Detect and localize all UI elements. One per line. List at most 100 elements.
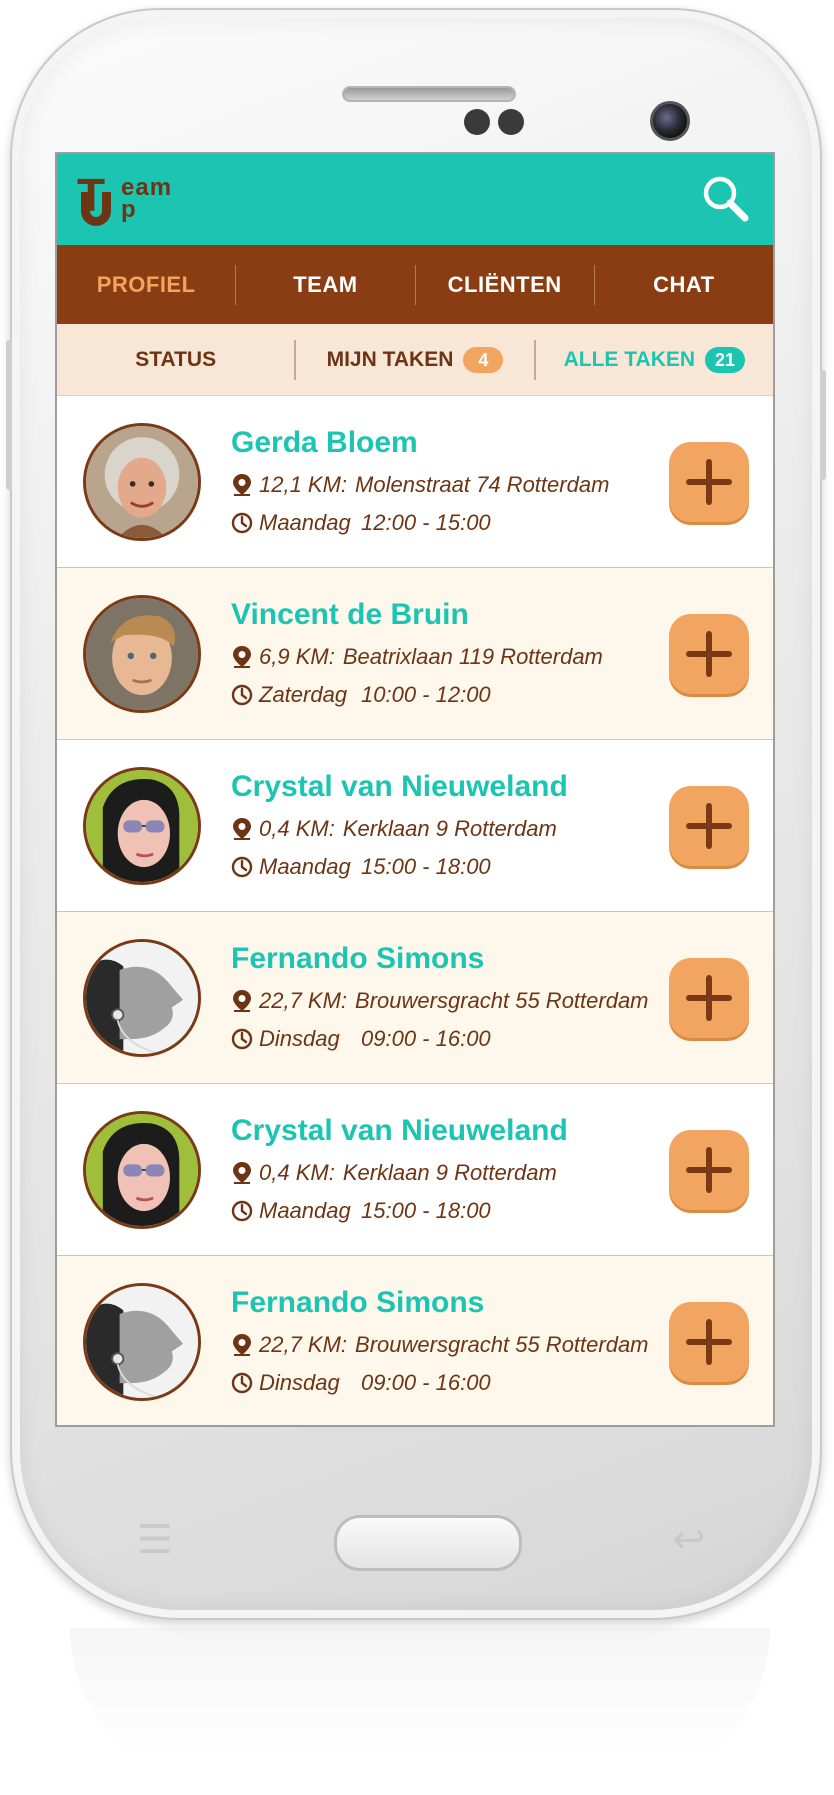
time-text: 15:00 - 18:00 (361, 854, 491, 879)
subtab-status[interactable]: STATUS (57, 340, 294, 380)
location-pin-icon (231, 817, 259, 841)
back-key-icon[interactable]: ↩ (672, 1517, 706, 1563)
plus-icon (669, 442, 749, 522)
add-task-button[interactable] (669, 1130, 749, 1210)
location-line: 0,4 KM: Kerklaan 9 Rotterdam (231, 816, 557, 842)
location-pin-icon (231, 645, 259, 669)
plus-icon (669, 786, 749, 866)
distance-text: 0,4 KM: (259, 816, 335, 841)
add-task-button[interactable] (669, 958, 749, 1038)
location-line: 22,7 KM: Brouwersgracht 55 Rotterdam (231, 1332, 649, 1358)
address-text: Kerklaan 9 Rotterdam (342, 1160, 557, 1185)
subtab-alle-taken[interactable]: ALLE TAKEN 21 (533, 339, 773, 380)
schedule-line: Dinsdag 09:00 - 16:00 (231, 1026, 491, 1052)
address-text: Kerklaan 9 Rotterdam (342, 816, 557, 841)
logo-u-shape (81, 192, 111, 226)
address-text: Molenstraat 74 Rotterdam (355, 472, 610, 497)
address-text: Brouwersgracht 55 Rotterdam (355, 988, 649, 1013)
app-screen: T eam p PROFIEL TEAM CLIËNTEN CHAT STATUS MI… (55, 152, 775, 1427)
add-task-button[interactable] (669, 1302, 749, 1382)
task-row[interactable]: Crystal van Nieuweland 0,4 KM: Kerklaan 9 … (57, 740, 773, 912)
address-text: Brouwersgracht 55 Rotterdam (355, 1332, 649, 1357)
task-row[interactable]: Vincent de Bruin 6,9 KM: Beatrixlaan 119 R… (57, 568, 773, 740)
app-header: T eam p (57, 154, 773, 245)
location-line: 12,1 KM: Molenstraat 74 Rotterdam (231, 472, 609, 498)
distance-text: 6,9 KM: (259, 644, 335, 669)
logo-letter-p: p (121, 196, 136, 223)
clock-icon (231, 1199, 259, 1223)
count-badge: 21 (705, 346, 746, 373)
proximity-sensor (464, 109, 490, 135)
schedule-line: Maandag 15:00 - 18:00 (231, 854, 491, 880)
search-icon[interactable] (699, 172, 751, 224)
day-text: Dinsdag (259, 1026, 340, 1051)
home-button[interactable] (334, 1515, 522, 1571)
plus-icon (669, 958, 749, 1038)
location-pin-icon (231, 1161, 259, 1185)
distance-text: 22,7 KM: (259, 988, 348, 1013)
client-name: Fernando Simons (231, 942, 485, 975)
client-name: Crystal van Nieuweland (231, 770, 568, 803)
teamup-logo: T eam p (77, 172, 197, 230)
earpiece-speaker (342, 86, 516, 102)
distance-text: 22,7 KM: (259, 1332, 348, 1357)
task-subtabs: STATUS MIJN TAKEN 4 ALLE TAKEN 21 (57, 324, 773, 396)
schedule-line: Dinsdag 09:00 - 16:00 (231, 1370, 491, 1396)
task-row[interactable]: Crystal van Nieuweland 0,4 KM: Kerklaan 9 … (57, 1084, 773, 1256)
add-task-button[interactable] (669, 614, 749, 694)
client-avatar (83, 423, 201, 541)
plus-icon (669, 614, 749, 694)
clock-icon (231, 511, 259, 535)
subtab-label: ALLE TAKEN (563, 347, 696, 371)
client-name: Vincent de Bruin (231, 598, 469, 631)
distance-text: 12,1 KM: (259, 472, 348, 497)
client-avatar (83, 767, 201, 885)
location-pin-icon (231, 473, 259, 497)
tab-team[interactable]: TEAM (235, 264, 414, 305)
schedule-line: Zaterdag 10:00 - 12:00 (231, 682, 491, 708)
location-line: 6,9 KM: Beatrixlaan 119 Rotterdam (231, 644, 603, 670)
clock-icon (231, 683, 259, 707)
time-text: 10:00 - 12:00 (361, 682, 491, 707)
clock-icon (231, 855, 259, 879)
subtab-label: MIJN TAKEN (326, 347, 454, 371)
schedule-line: Maandag 12:00 - 15:00 (231, 510, 491, 536)
day-text: Dinsdag (259, 1370, 340, 1395)
client-avatar (83, 1111, 201, 1229)
add-task-button[interactable] (669, 786, 749, 866)
tab-chat[interactable]: CHAT (593, 264, 773, 305)
client-name: Gerda Bloem (231, 426, 418, 459)
day-text: Maandag (259, 854, 351, 879)
client-avatar (83, 1283, 201, 1401)
time-text: 09:00 - 16:00 (361, 1370, 491, 1395)
add-task-button[interactable] (669, 442, 749, 522)
task-row[interactable]: Gerda Bloem 12,1 KM: Molenstraat 74 Rotter… (57, 396, 773, 568)
subtab-mijn-taken[interactable]: MIJN TAKEN 4 (294, 339, 533, 380)
location-pin-icon (231, 1333, 259, 1357)
location-line: 0,4 KM: Kerklaan 9 Rotterdam (231, 1160, 557, 1186)
front-camera (650, 101, 690, 141)
time-text: 15:00 - 18:00 (361, 1198, 491, 1223)
client-name: Crystal van Nieuweland (231, 1114, 568, 1147)
plus-icon (669, 1130, 749, 1210)
day-text: Zaterdag (259, 682, 348, 707)
menu-key-icon[interactable]: ☰ (137, 1517, 173, 1563)
time-text: 12:00 - 15:00 (361, 510, 491, 535)
light-sensor (498, 109, 524, 135)
tab-clinten[interactable]: CLIËNTEN (414, 264, 594, 305)
power-button (820, 370, 826, 480)
clock-icon (231, 1027, 259, 1051)
task-row[interactable]: Fernando Simons 22,7 KM: Brouwersgracht 55… (57, 1256, 773, 1425)
tab-profiel[interactable]: PROFIEL (57, 265, 235, 305)
task-row[interactable]: Fernando Simons 22,7 KM: Brouwersgracht 55… (57, 912, 773, 1084)
task-list: Gerda Bloem 12,1 KM: Molenstraat 74 Rotter… (57, 396, 773, 1425)
address-text: Beatrixlaan 119 Rotterdam (342, 644, 603, 669)
distance-text: 0,4 KM: (259, 1160, 335, 1185)
client-avatar (83, 939, 201, 1057)
day-text: Maandag (259, 1198, 351, 1223)
time-text: 09:00 - 16:00 (361, 1026, 491, 1051)
volume-button (6, 340, 12, 490)
client-avatar (83, 595, 201, 713)
plus-icon (669, 1302, 749, 1382)
count-badge: 4 (463, 346, 504, 373)
